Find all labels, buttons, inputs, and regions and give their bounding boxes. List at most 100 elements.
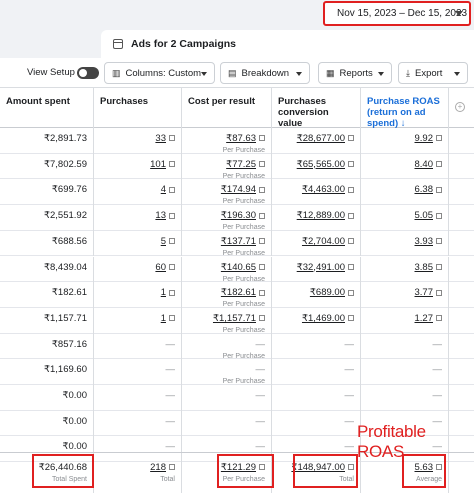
cell-cpr-value[interactable]: ₹77.25: [226, 159, 256, 170]
header-cost-per-result[interactable]: Cost per result: [182, 88, 272, 128]
info-icon: [436, 315, 442, 322]
info-icon: [169, 315, 175, 322]
cell-roas-value[interactable]: 9.92: [415, 133, 434, 144]
cell-cpr: ₹87.63 Per Purchase: [182, 128, 272, 154]
cell-value-value: —: [344, 415, 355, 427]
cell-purchases-value[interactable]: 60: [155, 262, 166, 273]
cell-cpr-value[interactable]: ₹174.94: [221, 184, 256, 195]
cell-spent-value: ₹8,439.04: [43, 261, 87, 273]
date-range-picker[interactable]: Nov 15, 2023 – Dec 15, 2023: [323, 1, 471, 26]
table-row: ₹2,551.92 13 ₹196.30 Per Purchase ₹12,889.00…: [0, 205, 474, 231]
cell-spent-value: ₹699.76: [51, 184, 87, 196]
cell-purchases-value[interactable]: 5: [161, 236, 166, 247]
cell-spent-value: ₹7,802.59: [43, 158, 87, 170]
cell-value-value[interactable]: ₹2,704.00: [302, 236, 345, 247]
cell-cpr: —: [182, 410, 272, 437]
info-icon: [436, 161, 442, 168]
cell-value-value[interactable]: ₹12,889.00: [297, 210, 345, 221]
cell-spent: ₹2,891.73: [0, 128, 94, 154]
cell-purchases: 4: [94, 179, 182, 206]
cell-purchases: 5: [94, 230, 182, 257]
cell-purchases: —: [94, 333, 182, 360]
cell-value-value[interactable]: ₹65,565.00: [297, 159, 345, 170]
total-purchases-value[interactable]: 218: [150, 462, 166, 473]
cell-roas-value[interactable]: 1.27: [415, 313, 434, 324]
cell-purchases-value[interactable]: 1: [161, 313, 166, 324]
breakdown-label: Breakdown: [241, 67, 290, 79]
cell-roas: 3.77: [361, 282, 449, 308]
cell-roas-value[interactable]: 3.93: [415, 236, 434, 247]
add-column-icon[interactable]: +: [455, 102, 465, 112]
header-purchase-roas-label: Purchase ROAS (return on ad spend) ↓: [367, 96, 440, 129]
cell-value-value[interactable]: ₹1,469.00: [302, 313, 345, 324]
columns-button[interactable]: ▥ Columns: Custom: [104, 62, 215, 84]
cell-value-value[interactable]: ₹4,463.00: [302, 184, 345, 195]
view-setup-toggle[interactable]: [77, 67, 99, 79]
cell-roas-value: —: [432, 338, 443, 350]
info-icon: [348, 315, 354, 322]
cell-roas: 5.05: [361, 205, 449, 231]
cell-value-value[interactable]: ₹28,677.00: [297, 133, 345, 144]
cell-roas-value[interactable]: 8.40: [415, 159, 434, 170]
info-icon: [348, 161, 354, 168]
total-purchases-caption: Total: [160, 476, 175, 483]
table-row: ₹699.76 4 ₹174.94 Per Purchase ₹4,463.00 6.38: [0, 179, 474, 205]
cell-value: ₹12,889.00: [272, 205, 361, 231]
header-conversion-value[interactable]: Purchases conversion value: [272, 88, 361, 129]
info-icon: [259, 263, 265, 270]
cell-purchases: 13: [94, 205, 182, 231]
cell-roas-value[interactable]: 3.85: [415, 262, 434, 273]
cell-cpr-value[interactable]: ₹182.61: [221, 287, 256, 298]
cell-roas-value: —: [432, 364, 443, 376]
header-amount-spent-label: Amount spent: [6, 96, 70, 107]
export-button[interactable]: ⤓ Export: [398, 62, 468, 84]
info-icon: [348, 289, 354, 296]
cell-purchases: —: [94, 359, 182, 385]
header-purchases[interactable]: Purchases: [94, 88, 182, 128]
cell-purchases-value[interactable]: 13: [155, 210, 166, 221]
header-amount-spent[interactable]: Amount spent: [0, 88, 94, 128]
header-purchase-roas[interactable]: Purchase ROAS (return on ad spend) ↓: [361, 88, 449, 129]
reports-button[interactable]: ▦ Reports: [318, 62, 392, 84]
cell-purchases-value[interactable]: 101: [150, 159, 166, 170]
cell-purchases-value: —: [165, 441, 176, 453]
info-icon: [348, 135, 354, 142]
cell-value-value: —: [344, 338, 355, 350]
info-icon: [436, 238, 442, 245]
profitable-roas-annotation: Profitable ROAS: [357, 422, 426, 461]
cell-roas-value: —: [432, 390, 443, 401]
cell-purchases-value[interactable]: 33: [155, 133, 166, 144]
cell-cpr-value[interactable]: ₹1,157.71: [213, 313, 256, 324]
chevron-down-icon: [455, 11, 463, 16]
cell-cpr: ₹77.25 Per Purchase: [182, 153, 272, 180]
breakdown-button[interactable]: ▤ Breakdown: [220, 62, 310, 84]
cell-value-value[interactable]: ₹689.00: [310, 287, 345, 298]
cell-cpr-value: —: [255, 441, 266, 453]
cell-purchases-value[interactable]: 1: [161, 287, 166, 298]
cell-value-value: —: [344, 364, 355, 376]
chevron-down-icon: [378, 72, 384, 76]
cell-roas-value[interactable]: 3.77: [415, 287, 434, 298]
cell-purchases-value[interactable]: 4: [161, 184, 166, 195]
cell-purchases-value: —: [165, 390, 176, 401]
cell-spent-value: ₹2,891.73: [43, 133, 87, 144]
total-purchases-cell: 218 Total: [94, 453, 182, 493]
cell-roas-value[interactable]: 5.05: [415, 210, 434, 221]
top-bar: Nov 15, 2023 – Dec 15, 2023: [0, 0, 474, 28]
cell-cpr-value[interactable]: ₹140.65: [221, 262, 256, 273]
cell-roas-value[interactable]: 6.38: [415, 184, 434, 195]
cell-spent-value: ₹688.56: [51, 235, 87, 247]
info-icon: [169, 464, 175, 471]
table-row: ₹857.16— — Per Purchase — —: [0, 333, 474, 360]
cell-value-value: —: [344, 390, 355, 401]
cell-value-value[interactable]: ₹32,491.00: [297, 262, 345, 273]
cell-cpr-value[interactable]: ₹196.30: [221, 210, 256, 221]
highlight-total-cpr: [217, 454, 274, 488]
tab-ads[interactable]: Ads for 2 Campaigns: [101, 30, 474, 58]
cell-cpr-value[interactable]: ₹137.71: [221, 236, 256, 247]
info-icon: [169, 135, 175, 142]
table-row: ₹1,157.71 1 ₹1,157.71 Per Purchase ₹1,469.00…: [0, 307, 474, 334]
cell-cpr-value[interactable]: ₹87.63: [226, 133, 256, 144]
header-cost-per-result-label: Cost per result: [188, 96, 256, 107]
cell-roas: —: [361, 333, 449, 360]
